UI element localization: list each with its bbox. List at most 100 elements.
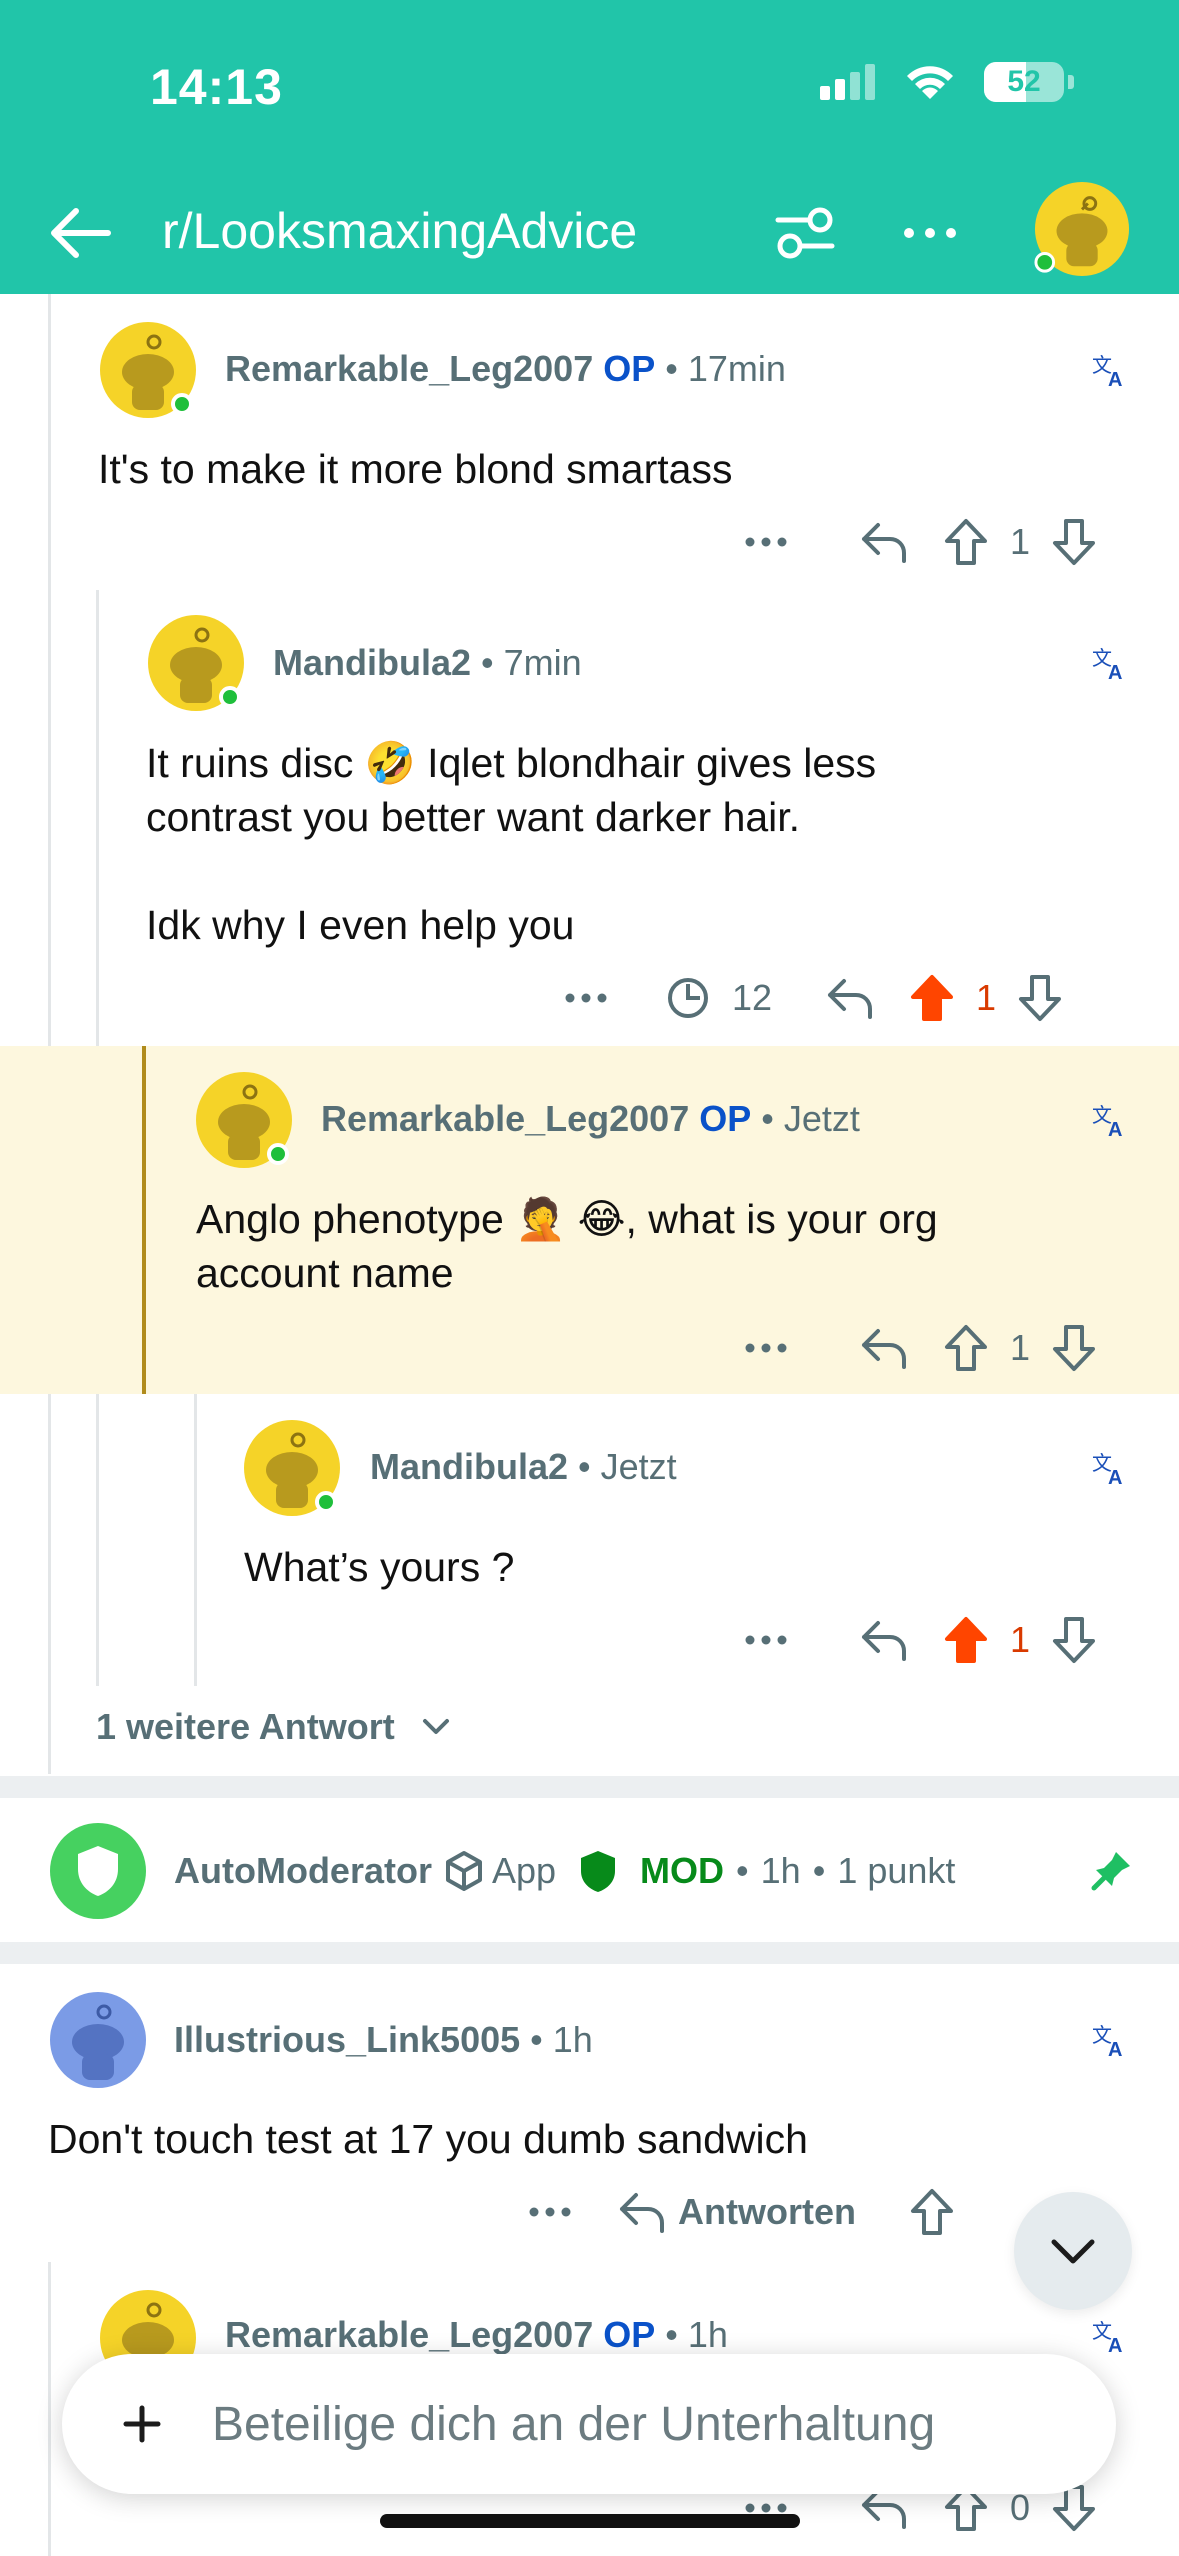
username[interactable]: Mandibula2 <box>273 642 471 683</box>
timestamp: 1h <box>552 2019 593 2060</box>
comment-actions: 12 1 <box>558 968 1070 1028</box>
username[interactable]: Remarkable_Leg2007 <box>321 1098 689 1139</box>
downvote-button[interactable] <box>1044 1610 1104 1670</box>
reply-label: Antworten <box>678 2191 856 2232</box>
downvote-button[interactable] <box>1044 512 1104 572</box>
more-button[interactable] <box>738 1318 794 1378</box>
timestamp: 7min <box>503 642 582 683</box>
more-button[interactable] <box>738 1610 794 1670</box>
online-indicator <box>171 393 193 415</box>
mod-badge: MOD <box>640 1850 725 1891</box>
views-count: 12 <box>732 977 773 1018</box>
reply-button[interactable] <box>804 968 894 1028</box>
comment-actions: 1 <box>738 1318 1104 1378</box>
downvote-button[interactable] <box>1010 968 1070 1028</box>
battery-level: 52 <box>1007 65 1041 98</box>
svg-text:A: A <box>1108 2335 1122 2356</box>
comment-meta: Illustrious_Link5005 • 1h <box>174 2019 593 2060</box>
op-badge: OP <box>699 1098 752 1139</box>
thread-line <box>48 294 51 1774</box>
username[interactable]: AutoModerator <box>174 1850 432 1892</box>
comment-text-line: Idk why I even help you <box>146 902 575 948</box>
comment-meta: Remarkable_Leg2007 OP • 17min <box>225 348 786 389</box>
reply-button[interactable] <box>838 1610 928 1670</box>
chevron-down-icon <box>422 1719 449 1734</box>
more-button[interactable] <box>558 968 614 1028</box>
plus-icon[interactable] <box>112 2394 172 2454</box>
timestamp: 1h <box>687 2314 728 2355</box>
translate-icon[interactable]: 文 A <box>1090 1448 1130 1488</box>
more-button[interactable] <box>522 2182 578 2242</box>
comment-input[interactable] <box>212 2396 1072 2452</box>
comment-text: It's to make it more blond smartass <box>98 446 733 492</box>
upvote-button[interactable] <box>936 1610 996 1670</box>
username[interactable]: Mandibula2 <box>370 1446 568 1487</box>
comment-actions: 1 <box>738 1610 1104 1670</box>
reply-button[interactable]: Antworten <box>616 2182 856 2242</box>
comment-text-line: It ruins disc 🤣 Iqlet blondhair gives le… <box>146 740 877 786</box>
more-button[interactable] <box>738 512 794 572</box>
upvote-button[interactable] <box>936 512 996 572</box>
views-icon <box>658 968 718 1028</box>
op-badge: OP <box>603 348 656 389</box>
comment-text-line: account name <box>196 1250 454 1296</box>
translate-icon[interactable]: 文 A <box>1090 1100 1130 1140</box>
divider <box>0 1776 1179 1798</box>
timestamp: Jetzt <box>600 1446 677 1487</box>
app-header: 14:13 52 r/LooksmaxingAdvice <box>0 0 1179 294</box>
username[interactable]: Remarkable_Leg2007 <box>225 2314 593 2355</box>
upvote-button[interactable] <box>936 1318 996 1378</box>
comment-text: Don't touch test at 17 you dumb sandwich <box>48 2116 808 2162</box>
scroll-down-button[interactable] <box>1014 2192 1132 2310</box>
comment-text-line: contrast you better want darker hair. <box>146 794 801 840</box>
translate-icon[interactable]: 文 A <box>1090 2020 1130 2060</box>
profile-avatar[interactable] <box>1033 180 1131 278</box>
back-arrow-icon[interactable] <box>46 198 116 268</box>
user-avatar[interactable] <box>48 1990 148 2090</box>
translate-icon[interactable]: 文 A <box>1090 643 1130 683</box>
online-indicator <box>315 1491 337 1513</box>
online-indicator <box>267 1143 289 1165</box>
upvote-button[interactable] <box>902 2182 962 2242</box>
thread-line <box>48 2262 51 2556</box>
svg-text:A: A <box>1108 1467 1122 1488</box>
comment-composer[interactable] <box>62 2354 1116 2494</box>
automod-avatar[interactable] <box>50 1823 146 1919</box>
app-cube-icon <box>445 1851 482 1891</box>
vote-count: 1 <box>1010 521 1031 562</box>
highlight-bar <box>142 1046 146 1394</box>
translate-icon[interactable]: 文 A <box>1090 2316 1130 2356</box>
downvote-button[interactable] <box>1044 1318 1104 1378</box>
vote-count: 1 <box>976 977 997 1018</box>
nav-bar: r/LooksmaxingAdvice <box>0 180 1179 280</box>
username[interactable]: Illustrious_Link5005 <box>174 2019 520 2060</box>
reply-button[interactable] <box>838 512 928 572</box>
pin-icon <box>1091 1852 1130 1891</box>
wifi-icon <box>907 66 953 99</box>
more-replies-button[interactable]: 1 weitere Antwort <box>96 1706 451 1748</box>
automod-meta: AutoModerator App MOD • 1h • 1 punkt <box>174 1850 956 1892</box>
translate-icon[interactable]: 文 A <box>1090 350 1130 390</box>
comment-text-line: Anglo phenotype 🤦 😂, what is your org <box>196 1196 938 1242</box>
chevron-down-icon <box>1051 2239 1095 2264</box>
username[interactable]: Remarkable_Leg2007 <box>225 348 593 389</box>
svg-text:A: A <box>1108 369 1122 390</box>
comment-meta: Remarkable_Leg2007 OP • 1h <box>225 2314 728 2355</box>
more-replies-label: 1 weitere Antwort <box>96 1706 395 1747</box>
vote-count: 1 <box>1010 1619 1031 1660</box>
home-indicator[interactable] <box>380 2514 800 2528</box>
app-badge: App <box>491 1850 557 1891</box>
shield-icon <box>78 1846 118 1896</box>
comment-meta: Remarkable_Leg2007 OP • Jetzt <box>321 1098 860 1139</box>
points: 1 punkt <box>837 1850 956 1891</box>
online-indicator <box>219 686 241 708</box>
upvote-button[interactable] <box>902 968 962 1028</box>
status-time: 14:13 <box>150 59 283 115</box>
comment-meta: Mandibula2 • Jetzt <box>370 1446 677 1487</box>
filter-icon[interactable] <box>770 198 840 268</box>
more-options-icon[interactable] <box>895 198 965 268</box>
timestamp: 1h <box>760 1850 801 1891</box>
reply-button[interactable] <box>838 1318 928 1378</box>
subreddit-title[interactable]: r/LooksmaxingAdvice <box>162 202 637 260</box>
timestamp: 17min <box>687 348 786 389</box>
